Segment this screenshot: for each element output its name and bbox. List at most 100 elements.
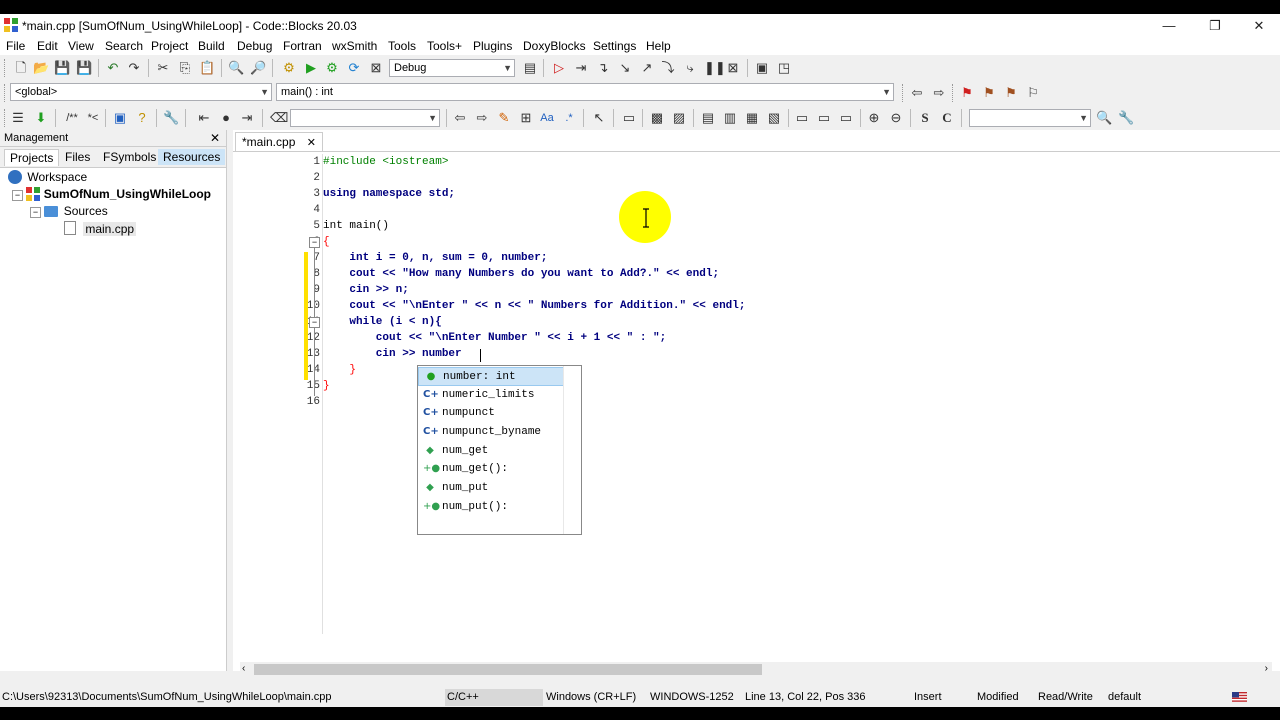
save-icon[interactable]: 💾: [54, 60, 70, 76]
menu-plugins[interactable]: Plugins: [473, 39, 512, 53]
run-to-cursor-icon[interactable]: ⇥: [573, 60, 589, 76]
debug-windows-icon[interactable]: ▣: [754, 60, 770, 76]
block-comment-icon[interactable]: /**: [61, 110, 83, 126]
search-previous-icon[interactable]: ⇦: [452, 110, 468, 126]
various-info-icon[interactable]: ◳: [776, 60, 792, 76]
symbol-search-input[interactable]: ▼: [969, 109, 1091, 127]
step-into-icon[interactable]: ↘: [617, 60, 633, 76]
step-out-icon[interactable]: ↗: [639, 60, 655, 76]
editor-tab-main-cpp[interactable]: *main.cpp ✕: [235, 132, 323, 151]
doxywizard-icon[interactable]: ☰: [10, 110, 26, 126]
scroll-left-icon[interactable]: ‹: [242, 663, 245, 674]
build-target-select[interactable]: Debug ▼: [389, 59, 515, 77]
highlight-icon[interactable]: ✎: [496, 110, 512, 126]
fold-icon[interactable]: −: [309, 237, 320, 248]
autocomplete-item[interactable]: ● number: int: [418, 367, 564, 386]
doxy-config-icon[interactable]: 🔧: [163, 110, 179, 126]
run-html-icon[interactable]: ▣: [112, 110, 128, 126]
menu-edit[interactable]: Edit: [37, 39, 58, 53]
layout-3-icon[interactable]: ▦: [744, 110, 760, 126]
regex-icon[interactable]: .*: [561, 110, 577, 126]
layout-2-icon[interactable]: ▥: [722, 110, 738, 126]
tab-resources[interactable]: Resources: [158, 149, 226, 165]
collapse-icon[interactable]: −: [30, 207, 41, 218]
autocomplete-item[interactable]: +● num_put():: [418, 498, 564, 517]
bookmark-dot-icon[interactable]: ●: [218, 110, 234, 126]
clear-bookmarks-icon[interactable]: ⚐: [1025, 85, 1041, 101]
next-line-icon[interactable]: ↴: [595, 60, 611, 76]
shape-2-icon[interactable]: ▭: [816, 110, 832, 126]
paste-icon[interactable]: 📋: [199, 60, 215, 76]
stop-debugger-icon[interactable]: ⊠: [725, 60, 741, 76]
jump-back-icon[interactable]: ⇦: [909, 85, 925, 101]
menu-debug[interactable]: Debug: [237, 39, 272, 53]
open-folder-icon[interactable]: 📂: [33, 60, 49, 76]
copy-icon[interactable]: ⎘: [177, 60, 193, 76]
horizontal-scrollbar[interactable]: ‹ ›: [240, 662, 1272, 677]
close-icon[interactable]: ✕: [210, 130, 220, 146]
select-pointer-icon[interactable]: ↖: [591, 110, 607, 126]
shape-3-icon[interactable]: ▭: [838, 110, 854, 126]
function-select[interactable]: main() : int ▼: [276, 83, 894, 101]
tab-files[interactable]: Files: [60, 149, 95, 165]
build-and-run-icon[interactable]: ⚙: [324, 60, 340, 76]
symbol-c-icon[interactable]: C: [939, 110, 955, 126]
tab-fsymbols[interactable]: FSymbols: [98, 149, 161, 165]
autocomplete-item[interactable]: C+ numpunct: [418, 404, 564, 423]
line-comment-icon[interactable]: *<: [84, 110, 102, 126]
menu-help[interactable]: Help: [646, 39, 671, 53]
zoom-out-icon[interactable]: ⊖: [888, 110, 904, 126]
incremental-search-input[interactable]: ▼: [290, 109, 440, 127]
menu-fortran[interactable]: Fortran: [283, 39, 322, 53]
tree-item-workspace[interactable]: Workspace: [8, 170, 87, 184]
step-instruction-icon[interactable]: ⤷: [682, 60, 698, 76]
autocomplete-item[interactable]: +● num_get():: [418, 460, 564, 479]
layout-1-icon[interactable]: ▤: [700, 110, 716, 126]
symbol-s-icon[interactable]: S: [917, 110, 933, 126]
build-gear-icon[interactable]: ⚙: [281, 60, 297, 76]
close-window-button[interactable]: ✕: [1236, 16, 1280, 36]
next-instruction-icon[interactable]: ⤵: [660, 60, 676, 76]
tree-item-file[interactable]: main.cpp: [64, 221, 137, 236]
previous-bookmark-icon[interactable]: ⚑: [981, 85, 997, 101]
scope-select[interactable]: <global> ▼: [10, 83, 272, 101]
redo-icon[interactable]: ↷: [126, 60, 142, 76]
menu-doxyblocks[interactable]: DoxyBlocks: [523, 39, 586, 53]
menu-wxsmith[interactable]: wxSmith: [332, 39, 377, 53]
menu-file[interactable]: File: [6, 39, 25, 53]
undo-icon[interactable]: ↶: [105, 60, 121, 76]
debug-start-icon[interactable]: ▷: [551, 60, 567, 76]
clear-search-icon[interactable]: ⌫: [270, 110, 288, 126]
tree-item-project[interactable]: − SumOfNum_UsingWhileLoop: [12, 187, 211, 201]
collapse-icon[interactable]: −: [12, 190, 23, 201]
search-next-icon[interactable]: ⇨: [474, 110, 490, 126]
last-bookmark-icon[interactable]: ⇥: [239, 110, 255, 126]
find-icon[interactable]: 🔍: [228, 60, 244, 76]
run-chm-icon[interactable]: ?: [134, 110, 150, 126]
close-icon[interactable]: ✕: [307, 137, 316, 149]
cut-icon[interactable]: ✂: [155, 60, 171, 76]
settings-wrench-icon[interactable]: 🔧: [1118, 110, 1134, 126]
scrollbar-thumb[interactable]: [254, 664, 762, 675]
autocomplete-item[interactable]: ◆ num_put: [418, 479, 564, 498]
abort-icon[interactable]: ⊠: [368, 60, 384, 76]
menu-project[interactable]: Project: [151, 39, 188, 53]
run-icon[interactable]: ▶: [303, 60, 319, 76]
match-case-icon[interactable]: Aa: [539, 110, 555, 126]
layout-4-icon[interactable]: ▧: [766, 110, 782, 126]
menu-build[interactable]: Build: [198, 39, 225, 53]
fold-icon[interactable]: −: [309, 317, 320, 328]
formula-icon[interactable]: ▨: [671, 110, 687, 126]
autocomplete-item[interactable]: C+ numeric_limits: [418, 386, 564, 405]
save-all-icon[interactable]: 💾: [76, 60, 92, 76]
scroll-right-icon[interactable]: ›: [1265, 663, 1268, 674]
extract-docs-icon[interactable]: ⬇: [33, 110, 49, 126]
autocomplete-item[interactable]: C+ numpunct_byname: [418, 423, 564, 442]
shape-1-icon[interactable]: ▭: [794, 110, 810, 126]
first-bookmark-icon[interactable]: ⇤: [196, 110, 212, 126]
new-file-icon[interactable]: 🗋: [13, 60, 29, 76]
zoom-in-icon[interactable]: ⊕: [866, 110, 882, 126]
search-icon[interactable]: 🔍: [1096, 110, 1112, 126]
minimize-button[interactable]: —: [1146, 16, 1192, 36]
replace-icon[interactable]: 🔎: [250, 60, 266, 76]
